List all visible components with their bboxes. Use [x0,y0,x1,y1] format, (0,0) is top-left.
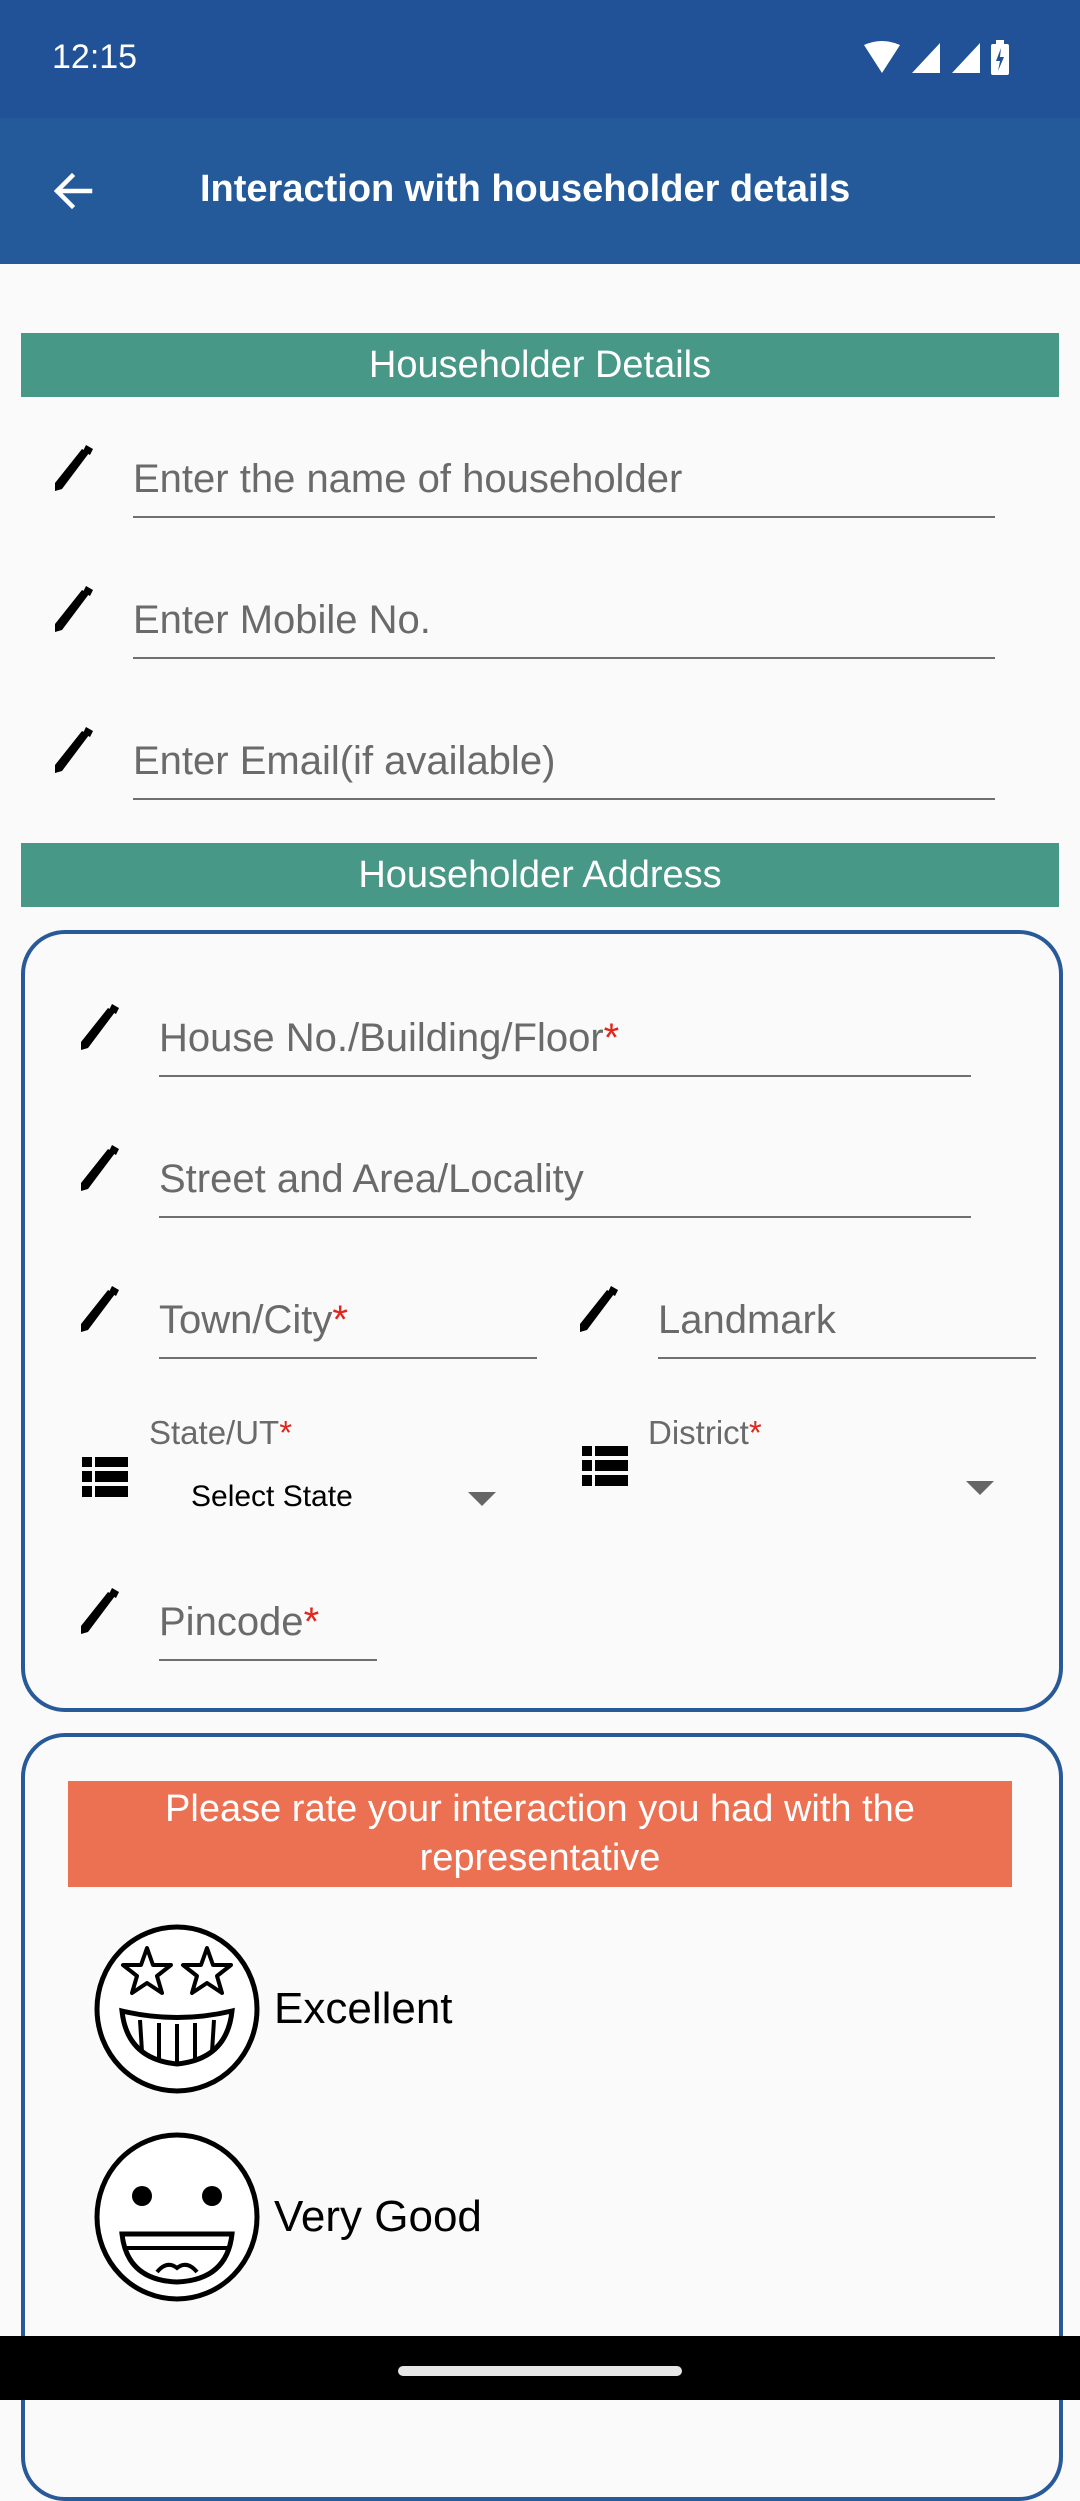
input-underline [133,516,995,518]
input-underline [159,1659,377,1661]
placeholder-text: Pincode [159,1600,304,1644]
page-title: Interaction with householder details [200,168,851,210]
pencil-icon [55,727,93,773]
pencil-icon [81,1004,119,1050]
state-label: State/UT* [149,1414,292,1452]
householder-address-header: Householder Address [21,843,1059,907]
rating-option-very-good[interactable]: Very Good [92,2132,482,2302]
street-locality-placeholder: Street and Area/Locality [159,1157,584,1201]
pencil-icon [580,1286,618,1332]
town-city-placeholder: Town/City* [159,1298,348,1343]
house-number-placeholder: House No./Building/Floor* [159,1016,619,1061]
list-icon [582,1446,628,1486]
state-selected-value: Select State [191,1480,353,1513]
rating-label: Excellent [274,1984,453,2033]
required-asterisk: * [748,1414,762,1451]
district-dropdown[interactable]: District* [578,1410,1008,1530]
system-navigation-bar [0,2336,1080,2400]
householder-details-header: Householder Details [21,333,1059,397]
rating-prompt-banner: Please rate your interaction you had wit… [68,1781,1012,1887]
status-bar: 12:15 [0,0,1080,118]
required-asterisk: * [279,1414,293,1451]
input-underline [159,1216,971,1218]
input-underline [658,1357,1036,1359]
pencil-icon [81,1286,119,1332]
required-asterisk: * [332,1298,348,1342]
app-bar: Interaction with householder details [0,118,1080,264]
wifi-icon [864,41,900,73]
pencil-icon [55,445,93,491]
home-gesture-handle[interactable] [398,2366,682,2376]
status-time: 12:15 [52,38,138,76]
signal-icon [952,43,980,73]
chevron-down-icon[interactable] [468,1492,496,1506]
required-asterisk: * [603,1016,620,1060]
rating-label: Very Good [274,2192,482,2241]
pincode-placeholder: Pincode* [159,1600,319,1645]
placeholder-text: Town/City [159,1298,333,1342]
email-placeholder: Enter Email(if available) [133,739,556,783]
status-icons [862,40,1010,76]
battery-charging-icon [991,40,1009,75]
state-dropdown[interactable]: State/UT* Select State [78,1410,508,1530]
pencil-icon [81,1588,119,1634]
arrow-back-icon[interactable] [48,166,98,216]
input-underline [133,798,995,800]
input-underline [159,1357,537,1359]
householder-name-placeholder: Enter the name of householder [133,457,683,501]
pencil-icon [81,1145,119,1191]
chevron-down-icon[interactable] [966,1481,994,1495]
placeholder-text: House No./Building/Floor [159,1016,604,1060]
required-asterisk: * [303,1600,320,1644]
landmark-placeholder: Landmark [658,1298,836,1342]
pencil-icon [55,586,93,632]
star-eyes-grin-emoji-icon [94,1924,260,2094]
input-underline [159,1075,971,1077]
mobile-number-placeholder: Enter Mobile No. [133,598,431,642]
signal-icon [912,43,940,73]
big-smile-emoji-icon [94,2132,260,2302]
input-underline [133,657,995,659]
label-text: State/UT [149,1414,280,1451]
list-icon [82,1457,128,1497]
rating-option-excellent[interactable]: Excellent [92,1924,453,2094]
label-text: District [648,1414,749,1451]
district-label: District* [648,1414,762,1452]
